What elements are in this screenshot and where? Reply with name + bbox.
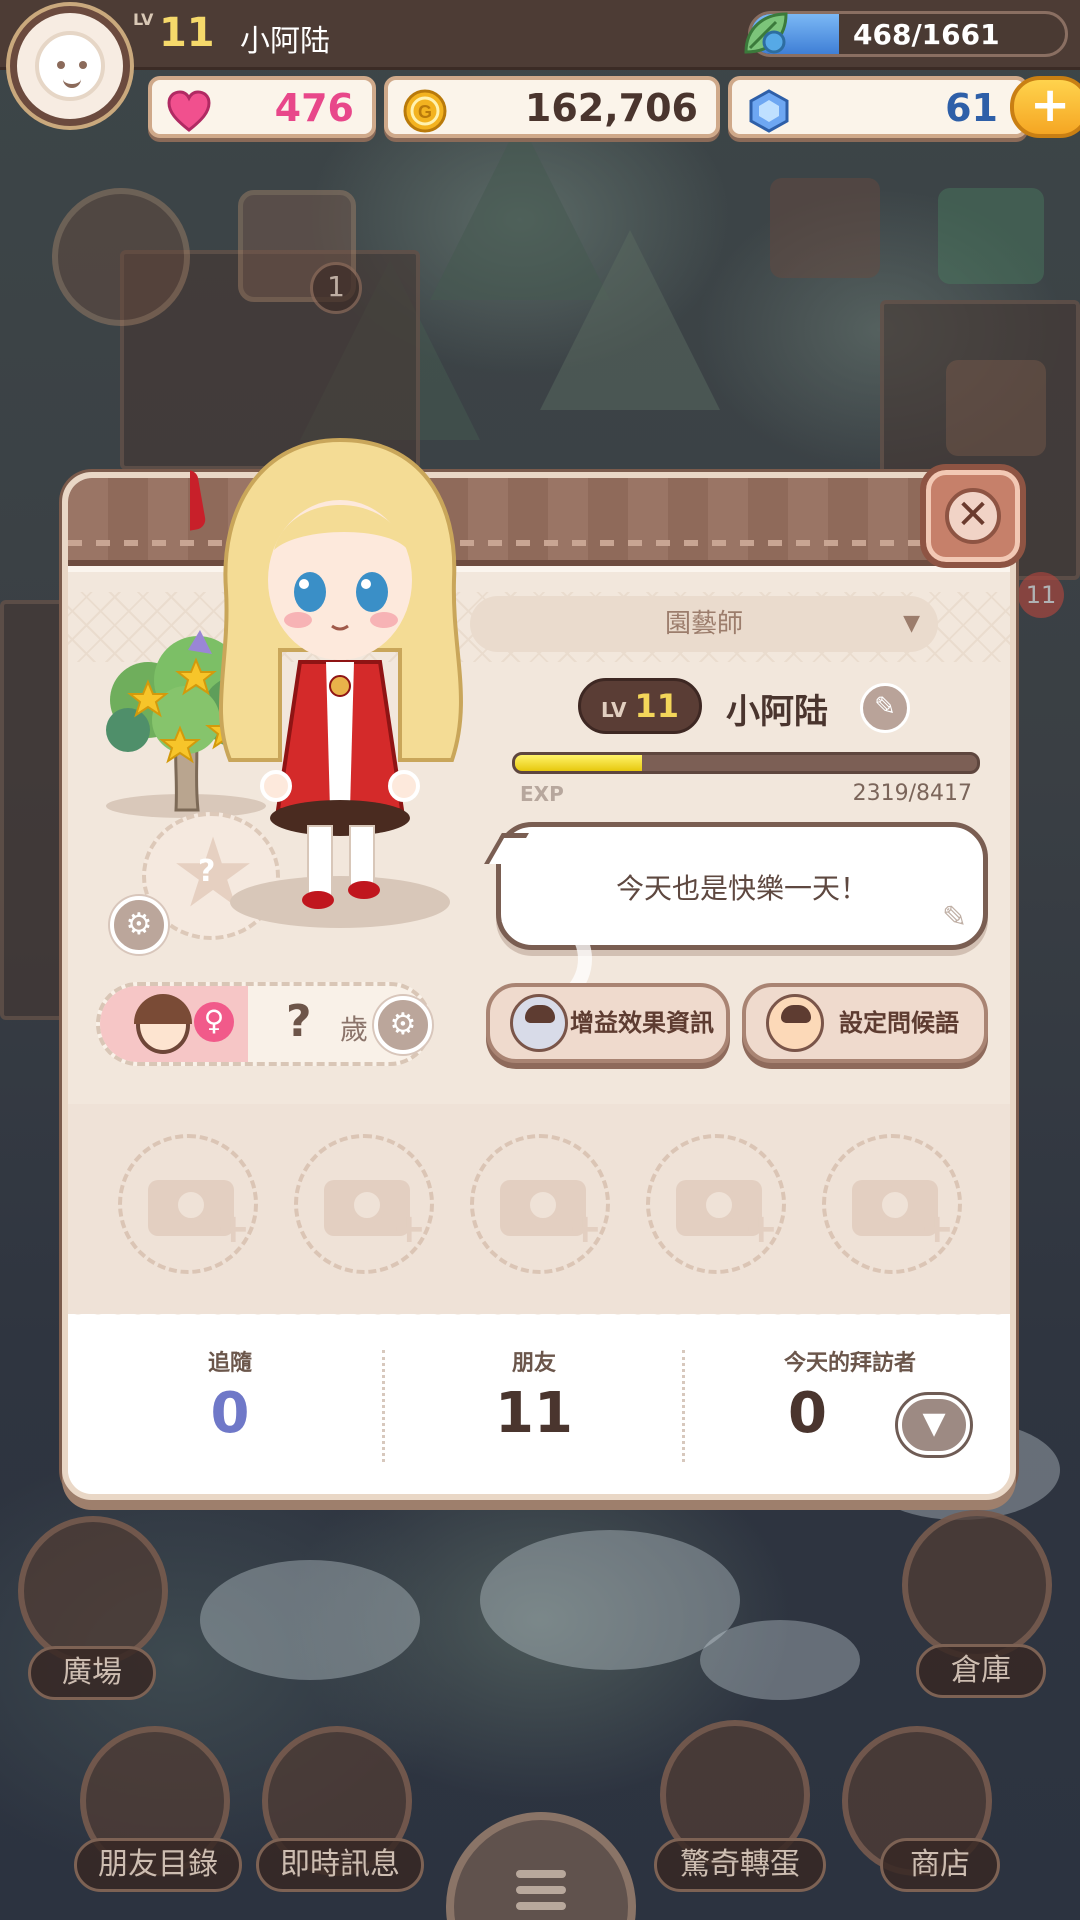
chevron-down-icon: ▼ (903, 611, 920, 636)
hearts-counter: 476 (148, 76, 376, 138)
player-level: LV 11 (133, 10, 215, 56)
profile-level-badge: LV 11 (578, 678, 702, 734)
board-icon (946, 360, 1046, 456)
room-edit-icon (770, 178, 880, 278)
gacha-button[interactable]: 驚奇轉蛋 (654, 1838, 826, 1892)
profile-level-number: 11 (634, 687, 679, 725)
profile-name: 小阿陆 (726, 692, 828, 732)
stats-divider (682, 1350, 685, 1462)
warehouse-button[interactable]: 倉庫 (916, 1644, 1046, 1698)
friends-value: 11 (495, 1381, 573, 1446)
gems-value: 61 (945, 86, 998, 130)
instant-message-button[interactable]: 即時訊息 (256, 1838, 424, 1892)
camera-add-icon (324, 1180, 426, 1252)
follow-value: 0 (210, 1381, 250, 1446)
calendar-badge: 1 (310, 262, 362, 314)
player-avatar[interactable] (10, 6, 130, 126)
profile-exp-fill (515, 755, 643, 771)
level-up-nav-button (52, 188, 190, 326)
follow-stat[interactable]: 追隨 0 (80, 1345, 380, 1446)
leaf-icon (744, 12, 788, 54)
camera-add-icon (676, 1180, 778, 1252)
camera-add-icon (852, 1180, 954, 1252)
photo-slot-4[interactable] (646, 1134, 786, 1274)
friend-list-button[interactable]: 朋友目錄 (74, 1838, 242, 1892)
age-unit: 歲 (340, 1013, 369, 1046)
coins-value: 162,706 (524, 86, 698, 130)
edit-greeting-pencil-icon[interactable]: ✎ (942, 900, 967, 935)
job-title-dropdown[interactable]: 園藝師 ▼ (470, 596, 938, 652)
buy-gems-button[interactable]: + (1010, 76, 1080, 138)
close-icon: ✕ (945, 488, 1001, 544)
hud-exp-bar: 468/1661 (748, 11, 1068, 57)
profile-level-tag: LV (601, 698, 627, 722)
camera-add-icon (148, 1180, 250, 1252)
friends-stat[interactable]: 朋友 11 (384, 1345, 684, 1446)
chevron-down-icon: ▼ (922, 1406, 946, 1441)
player-name: 小阿陆 (240, 24, 330, 59)
follow-label: 追隨 (207, 1351, 252, 1376)
buff-info-button[interactable]: 增益效果資訊 (486, 983, 730, 1063)
coins-counter: G 162,706 (384, 76, 720, 138)
gem-icon (749, 89, 789, 133)
visitors-label: 今天的拜訪者 (783, 1351, 916, 1376)
age-settings-gear-icon[interactable]: ⚙ (374, 996, 432, 1054)
photo-slot-3[interactable] (470, 1134, 610, 1274)
photo-slot-5[interactable] (822, 1134, 962, 1274)
photo-slot-1[interactable] (118, 1134, 258, 1274)
camera-add-icon (500, 1180, 602, 1252)
hud-exp-text: 468/1661 (853, 18, 1000, 51)
notification-badge: 11 (1018, 572, 1064, 618)
level-number: 11 (158, 10, 215, 56)
hearts-value: 476 (274, 86, 354, 130)
photo-slot-2[interactable] (294, 1134, 434, 1274)
greet-button-label: 設定問候語 (839, 1009, 959, 1037)
storage-box-icon (938, 188, 1044, 284)
buff-person-icon (510, 994, 568, 1052)
badge-settings-gear-icon[interactable]: ⚙ (110, 896, 168, 954)
shop-button[interactable]: 商店 (880, 1838, 1000, 1892)
profile-exp-bar (512, 752, 980, 774)
female-symbol-icon: ♀ (194, 1002, 234, 1042)
plaza-button[interactable]: 廣場 (28, 1646, 156, 1700)
gems-counter: 61 (728, 76, 1028, 138)
age-value: ? (286, 996, 312, 1047)
friends-label: 朋友 (511, 1351, 556, 1376)
svg-text:G: G (418, 102, 432, 122)
buff-button-label: 增益效果資訊 (570, 1009, 714, 1037)
exp-label: EXP (520, 782, 564, 806)
warehouse-icon (902, 1510, 1052, 1660)
player-character-icon (190, 437, 463, 928)
avatar-face-icon (35, 31, 105, 101)
waving-child-icon (766, 994, 824, 1052)
plaza-icon (18, 1516, 168, 1666)
girl-avatar-icon (134, 994, 192, 1054)
set-greeting-button[interactable]: 設定問候語 (742, 983, 988, 1063)
job-title-text: 園藝師 (664, 609, 743, 639)
coin-icon: G (403, 89, 447, 133)
edit-name-pencil-icon[interactable]: ✎ (860, 683, 910, 733)
menu-icon (516, 1870, 566, 1878)
heart-icon (167, 90, 211, 132)
visitors-dropdown-button[interactable]: ▼ (898, 1395, 970, 1455)
close-button[interactable]: ✕ (920, 464, 1026, 568)
greeting-text: 今天也是快樂一天！ (615, 872, 868, 905)
exp-value: 2319/8417 (852, 781, 972, 806)
level-tag: LV (133, 10, 154, 29)
